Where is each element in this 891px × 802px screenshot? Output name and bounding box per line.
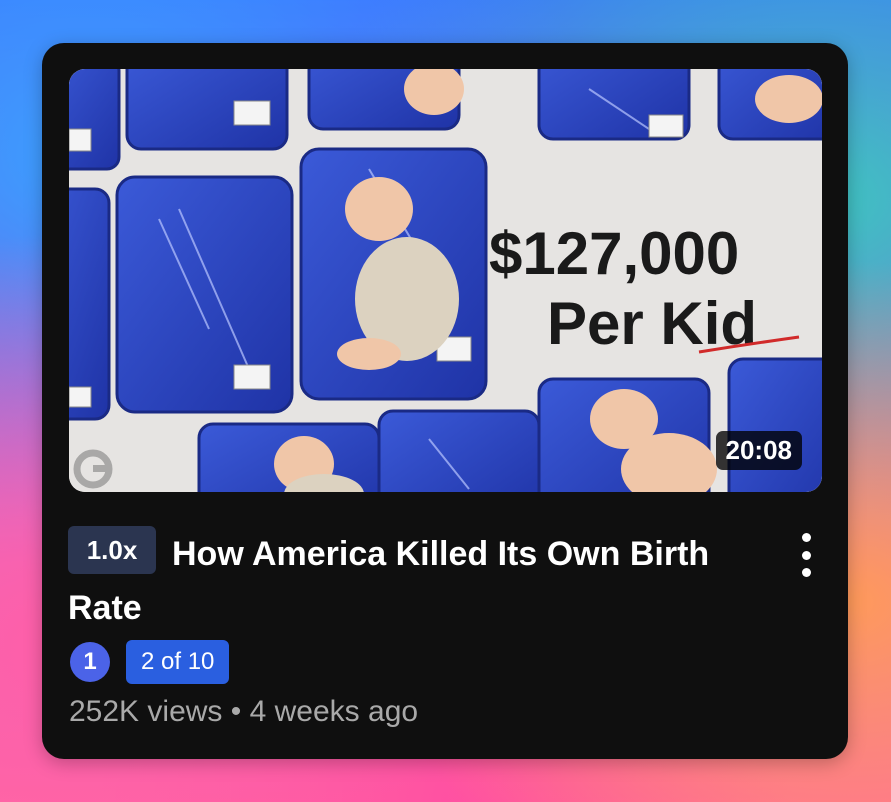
video-stats: 252K views • 4 weeks ago xyxy=(69,695,418,729)
menu-dot xyxy=(801,568,811,577)
menu-dot xyxy=(801,533,811,542)
menu-dot xyxy=(801,550,811,560)
more-vert-icon[interactable] xyxy=(794,533,818,577)
playlist-position-badge[interactable]: 2 of 10 xyxy=(126,640,230,684)
thumbnail-text-amount: $127,000 xyxy=(489,220,739,287)
rank-icon: 1 xyxy=(70,642,110,682)
meta-separator: • xyxy=(230,695,242,728)
rank-number: 1 xyxy=(83,648,97,675)
upload-age: 4 weeks ago xyxy=(249,695,419,728)
meta-row: 1 2 of 10 xyxy=(70,640,230,684)
video-thumbnail[interactable]: $127,000 Per Kid 20:08 xyxy=(69,69,822,492)
view-count: 252K views xyxy=(69,695,223,728)
duration-badge: 20:08 xyxy=(715,431,802,470)
thumbnail-image: $127,000 Per Kid xyxy=(69,69,822,492)
video-title[interactable]: How America Killed Its Own Birth Rate xyxy=(68,527,758,635)
video-card[interactable]: $127,000 Per Kid 20:08 1.0x How America … xyxy=(42,43,848,759)
